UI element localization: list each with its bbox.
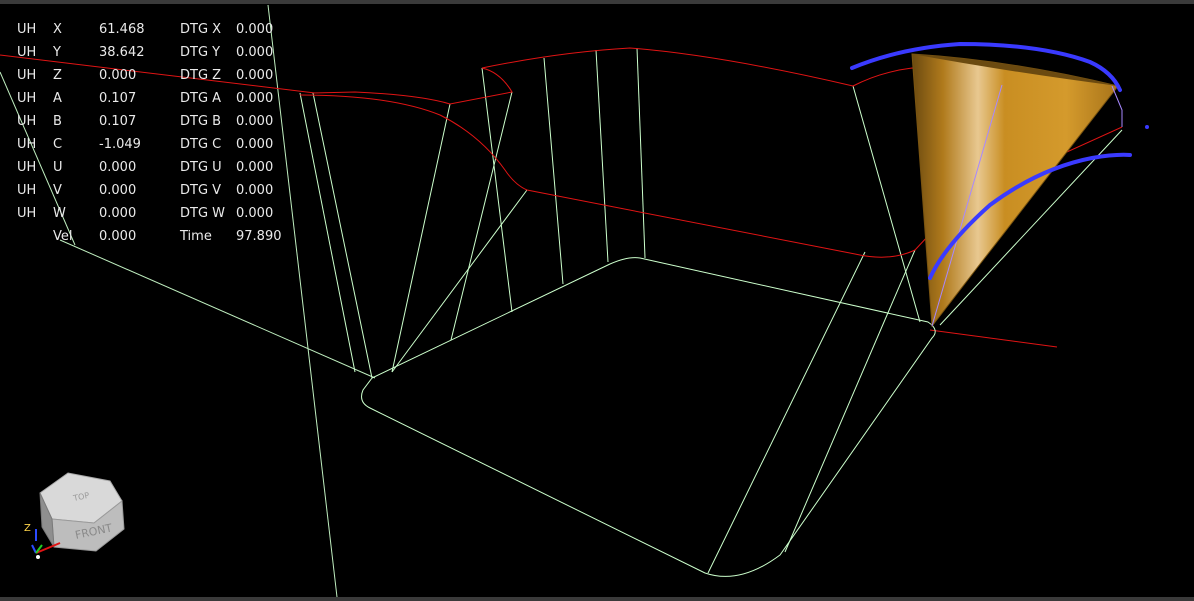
window-bottom-border: [0, 597, 1194, 601]
dro-unit: UH: [17, 91, 37, 106]
dro-unit: UH: [17, 160, 37, 175]
dro-unit: UH: [17, 68, 37, 83]
vel-value: 0.000: [99, 229, 137, 244]
dro-row-c: UH C -1.049 DTG C 0.000: [0, 136, 300, 154]
dro-unit: UH: [17, 183, 37, 198]
dro-dtg-value: 0.000: [236, 114, 274, 129]
dro-row-v: UH V 0.000 DTG V 0.000: [0, 182, 300, 200]
dro-dtg-label: DTG W: [180, 206, 226, 221]
dro-axis: Y: [53, 45, 61, 60]
dro-dtg-value: 0.000: [236, 91, 274, 106]
origin-marker: [36, 555, 40, 559]
dro-unit: UH: [17, 137, 37, 152]
dro-dtg-value: 0.000: [236, 22, 274, 37]
dro-dtg-value: 0.000: [236, 183, 274, 198]
dro-value: 61.468: [99, 22, 145, 37]
dro-dtg-label: DTG V: [180, 183, 222, 198]
dro-value: 0.000: [99, 68, 137, 83]
time-value: 97.890: [236, 229, 282, 244]
dro-axis: A: [53, 91, 62, 106]
y-axis-indicator: [31, 544, 37, 554]
dro-dtg-label: DTG U: [180, 160, 222, 175]
dro-value: 0.107: [99, 114, 137, 129]
dro-axis: Z: [53, 68, 62, 83]
dro-axis: X: [53, 22, 62, 37]
dro-dtg-value: 0.000: [236, 137, 274, 152]
dro-axis: C: [53, 137, 63, 152]
dro-value: 0.000: [99, 183, 137, 198]
dro-axis: B: [53, 114, 62, 129]
view-cube-icon[interactable]: TOP FRONT Z: [18, 465, 138, 565]
dro-value: 0.000: [99, 206, 137, 221]
dro-unit: UH: [17, 114, 37, 129]
dro-row-z: UH Z 0.000 DTG Z 0.000: [0, 67, 300, 85]
dro-axis: W: [53, 206, 66, 221]
dro-row-y: UH Y 38.642 DTG Y 0.000: [0, 44, 300, 62]
dro-row-w: UH W 0.000 DTG W 0.000: [0, 205, 300, 223]
dro-value: -1.049: [99, 137, 141, 152]
dro-dtg-label: DTG Z: [180, 68, 222, 83]
vel-label: Vel: [53, 229, 73, 244]
dro-unit: UH: [17, 206, 37, 221]
dro-panel: UH X 61.468 DTG X 0.000 UH Y 38.642 DTG …: [0, 0, 300, 260]
z-axis-label: Z: [24, 523, 31, 534]
dro-unit: UH: [17, 22, 37, 37]
dro-row-x: UH X 61.468 DTG X 0.000: [0, 21, 300, 39]
dro-axis: U: [53, 160, 63, 175]
time-label: Time: [180, 229, 212, 244]
dro-value: 38.642: [99, 45, 145, 60]
dro-row-u: UH U 0.000 DTG U 0.000: [0, 159, 300, 177]
dro-row-b: UH B 0.107 DTG B 0.000: [0, 113, 300, 131]
dro-dtg-label: DTG Y: [180, 45, 221, 60]
dro-dtg-label: DTG A: [180, 91, 222, 106]
dro-axis: V: [53, 183, 62, 198]
dro-row-vel-time: Vel 0.000 Time 97.890: [0, 228, 300, 246]
dro-value: 0.000: [99, 160, 137, 175]
dro-dtg-value: 0.000: [236, 206, 274, 221]
dro-value: 0.107: [99, 91, 137, 106]
dro-unit: UH: [17, 45, 37, 60]
dro-dtg-label: DTG X: [180, 22, 222, 37]
dro-dtg-value: 0.000: [236, 68, 274, 83]
dro-dtg-value: 0.000: [236, 45, 274, 60]
dro-dtg-value: 0.000: [236, 160, 274, 175]
dro-dtg-label: DTG B: [180, 114, 222, 129]
dro-row-a: UH A 0.107 DTG A 0.000: [0, 90, 300, 108]
dro-dtg-label: DTG C: [180, 137, 222, 152]
cone-tool-icon: [911, 53, 1123, 328]
